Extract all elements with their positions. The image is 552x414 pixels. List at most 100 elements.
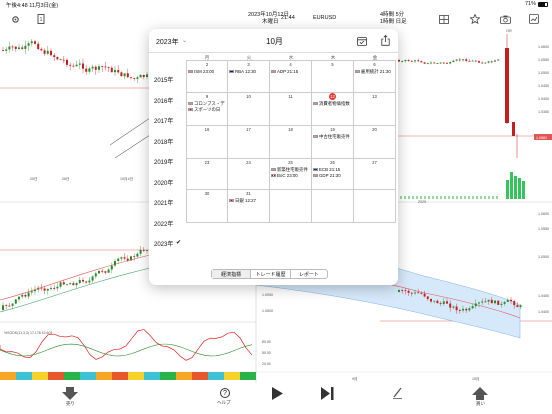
help-icon[interactable]: ? (220, 388, 230, 398)
symbol-select[interactable]: EURUSD (313, 15, 336, 21)
help-label[interactable]: ヘルプ (217, 400, 231, 406)
day-number: 31 (246, 191, 251, 196)
year-item[interactable]: 2018年 (154, 137, 173, 146)
economic-event[interactable]: 日銀 12:27 (229, 198, 256, 203)
jp-flag-icon (188, 108, 193, 112)
year-item[interactable]: 2017年 (154, 116, 173, 125)
date-line2[interactable]: 木曜日 (262, 19, 279, 25)
timeframe-line2[interactable]: 1時間 日足 (380, 19, 407, 25)
star-icon[interactable] (469, 13, 481, 25)
calendar-day-cell[interactable]: 10 (228, 93, 270, 126)
calendar-day-cell[interactable]: 19 中古住宅販売件 (312, 126, 354, 159)
sell-arrow-icon[interactable] (62, 387, 78, 400)
calendar-day-cell[interactable]: 17 (228, 126, 270, 159)
chevron-down-icon[interactable]: ⌄ (182, 37, 187, 44)
calendar-day-cell[interactable]: 12 消費者物価指数 (312, 93, 354, 126)
candlestick (27, 43, 30, 46)
candlestick (478, 302, 480, 304)
calendar-day-cell[interactable]: 9 コロンブス・デ スポーツの日 (186, 93, 228, 126)
economic-event[interactable]: ISM 23:00 (188, 69, 214, 74)
calendar-day-cell[interactable]: 26 ECB 21:15 GDP 21:30 (312, 159, 354, 190)
screen-capture-icon[interactable] (528, 13, 540, 25)
economic-event[interactable]: スポーツの日 (188, 107, 220, 112)
year-item[interactable]: 2020年 (154, 178, 173, 187)
calendar-day-cell[interactable]: 18 (270, 126, 312, 159)
calendar-day-cell[interactable]: 4 ADP 21:15 (270, 60, 312, 93)
step-forward-icon[interactable] (321, 387, 334, 405)
candlestick (423, 293, 426, 297)
volume-bar (416, 196, 418, 199)
economic-event[interactable]: コロンブス・デ (188, 101, 225, 106)
calendar-day-cell[interactable]: 16 (186, 126, 228, 159)
candlestick (442, 301, 445, 304)
tab-trade-history[interactable]: トレード履歴 (251, 270, 291, 278)
year-item[interactable]: 2019年 (154, 157, 173, 166)
candlestick (455, 306, 458, 311)
us-flag-icon (313, 174, 318, 178)
play-icon[interactable] (272, 387, 283, 405)
calendar-icon[interactable] (356, 35, 368, 47)
calendar-day-cell[interactable]: 30 (186, 190, 228, 223)
calendar-day-cell[interactable]: 11 (270, 93, 312, 126)
tab-economic-indicators[interactable]: 経済指標 (212, 270, 252, 278)
year-item[interactable]: 2015年 (154, 75, 173, 84)
calendar-day-cell[interactable]: 25 新築住宅販売件 BoC 23:00 (270, 159, 312, 190)
camera-icon[interactable] (499, 13, 511, 25)
candlestick (146, 74, 148, 77)
share-icon[interactable] (379, 34, 391, 46)
candlestick (462, 59, 464, 61)
calendar-tab-bar[interactable]: 経済指標 トレード履歴 レポート (211, 269, 328, 279)
year-list[interactable]: 2015年 2016年 2017年 2018年 2019年 2020年 2021年 2022年… (149, 53, 186, 285)
candlestick (46, 288, 49, 291)
candlestick (110, 265, 113, 270)
time-select[interactable]: 21:44 (281, 15, 295, 21)
calendar-day-cell[interactable]: 6 雇用統計 21:30 (354, 60, 396, 93)
candlestick (484, 301, 487, 303)
economic-event[interactable]: 中古住宅販売件 (313, 134, 350, 139)
economic-event[interactable]: ADP 21:15 (271, 69, 298, 74)
grid-layout-icon[interactable] (438, 13, 450, 25)
draw-pen-icon[interactable] (392, 386, 403, 404)
economic-event[interactable]: GDP 21:30 (313, 173, 341, 178)
calendar-day-cell[interactable]: 24 (228, 159, 270, 190)
candlestick (72, 65, 75, 67)
candlestick (471, 60, 474, 62)
document-icon[interactable]: 1 (35, 13, 47, 25)
buy-label[interactable]: 買い (476, 401, 485, 407)
candlestick (62, 59, 65, 61)
day-number: 17 (246, 127, 251, 132)
tab-report[interactable]: レポート (291, 270, 327, 278)
candlestick (40, 49, 43, 51)
year-item[interactable]: 2023年 (154, 239, 173, 248)
economic-event[interactable]: BoC 23:00 (271, 173, 298, 178)
calendar-day-cell[interactable] (270, 190, 312, 223)
calendar-day-cell[interactable]: 27 (354, 159, 396, 190)
volume-bar (460, 196, 462, 199)
calendar-day-cell[interactable]: 23 (186, 159, 228, 190)
calendar-day-cell[interactable] (312, 190, 354, 223)
calendar-day-cell[interactable]: 3 RBA 12:30 (228, 60, 270, 93)
volume-bar (506, 180, 509, 199)
economic-event[interactable]: 雇用統計 21:30 (355, 69, 391, 74)
economic-event[interactable]: 消費者物価指数 (313, 101, 350, 106)
year-item[interactable]: 2022年 (154, 219, 173, 228)
economic-event[interactable]: RBA 12:30 (229, 69, 256, 74)
candlestick (133, 78, 136, 79)
volume-bar (408, 196, 410, 199)
sell-label[interactable]: 売り (66, 401, 75, 407)
year-dropdown[interactable]: 2023年 (156, 37, 179, 47)
calendar-day-cell[interactable]: 31 日銀 12:27 (228, 190, 270, 223)
economic-event[interactable]: ECB 21:15 (313, 167, 340, 172)
year-item[interactable]: 2021年 (154, 198, 173, 207)
economic-event[interactable]: 新築住宅販売件 (271, 167, 308, 172)
settings-icon[interactable] (9, 13, 21, 25)
calendar-day-cell[interactable]: 20 (354, 126, 396, 159)
buy-arrow-icon[interactable] (472, 387, 488, 400)
timeframe-line1[interactable]: 4時間 5分 (380, 12, 404, 18)
calendar-day-cell[interactable] (354, 190, 396, 223)
year-item[interactable]: 2016年 (154, 96, 173, 105)
calendar-day-cell[interactable]: 13 (354, 93, 396, 126)
calendar-day-cell[interactable]: 5 (312, 60, 354, 93)
calendar-day-cell[interactable]: 2 ISM 23:00 (186, 60, 228, 93)
candlestick (410, 292, 413, 294)
